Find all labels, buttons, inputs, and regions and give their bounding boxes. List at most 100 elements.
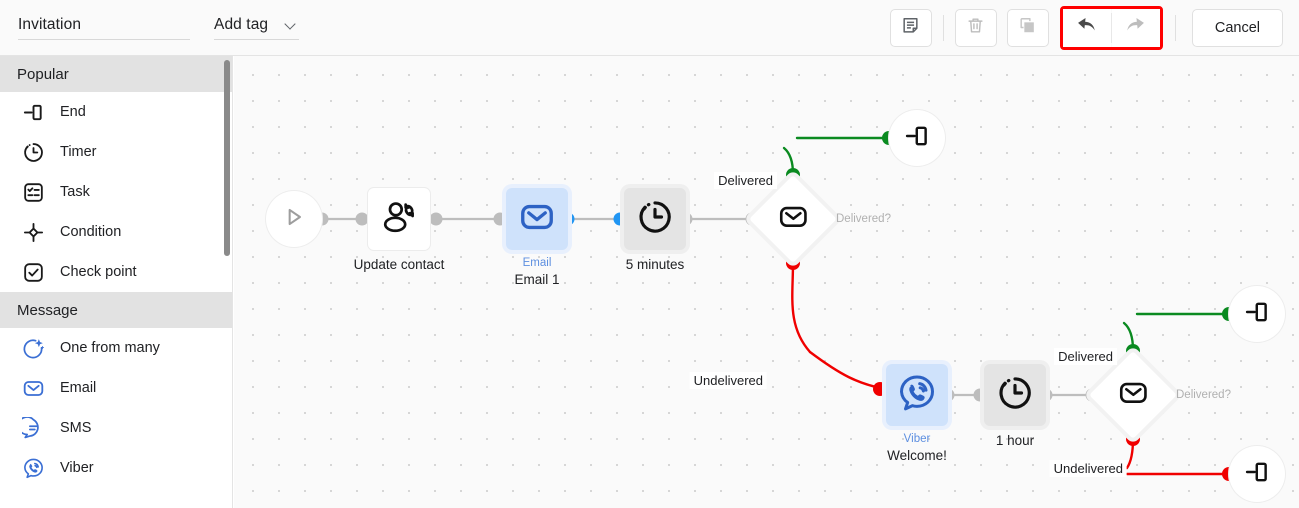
condition-question-label-2: Delivered? <box>1176 389 1231 401</box>
end-icon <box>1243 458 1271 491</box>
timer-node-label: 5 minutes <box>625 257 685 272</box>
toolbar-divider-2 <box>1174 15 1176 41</box>
sidebar-item-label: Task <box>60 184 90 200</box>
add-tag-dropdown[interactable]: Add tag <box>214 16 299 40</box>
viber-node-box[interactable] <box>886 364 948 426</box>
timer-node-1hour[interactable]: 1 hour <box>984 364 1046 448</box>
flow-edges <box>315 131 1236 481</box>
sidebar-item-label: Email <box>60 380 97 396</box>
timer-node-5min[interactable]: 5 minutes <box>624 188 686 272</box>
sidebar-item-check-point[interactable]: Check point <box>0 252 232 292</box>
end-node-circle[interactable] <box>1229 446 1285 502</box>
undo-arrow-icon <box>1075 14 1098 42</box>
sidebar-item-sms[interactable]: SMS <box>0 408 232 448</box>
cancel-label: Cancel <box>1214 20 1260 36</box>
redo-button[interactable] <box>1111 9 1160 47</box>
sidebar-item-label: Viber <box>60 460 94 476</box>
viber-icon <box>897 373 937 418</box>
flow-canvas[interactable]: Update contact Email Email 1 5 minutes D… <box>234 56 1299 508</box>
sidebar-item-timer[interactable]: Timer <box>0 132 232 172</box>
timer-icon <box>636 198 674 241</box>
undo-button[interactable] <box>1062 9 1111 47</box>
sidebar-item-one-from-many[interactable]: One from many <box>0 328 232 368</box>
condition-icon <box>20 219 46 245</box>
email-icon <box>518 198 556 241</box>
end-node-circle[interactable] <box>889 110 945 166</box>
sidebar-heading-popular: Popular <box>0 56 232 92</box>
viber-node[interactable]: Viber Welcome! <box>886 364 948 463</box>
update-contact-label: Update contact <box>353 257 445 272</box>
element-palette-sidebar[interactable]: Popular End Timer Task Condition Check p… <box>0 56 233 508</box>
start-node[interactable] <box>266 191 322 247</box>
end-node-delivered-1[interactable] <box>889 110 945 166</box>
note-button[interactable] <box>889 9 932 47</box>
sidebar-item-label: One from many <box>60 340 160 356</box>
sidebar-item-label: SMS <box>60 420 92 436</box>
end-icon <box>903 122 931 155</box>
end-node-circle[interactable] <box>1229 286 1285 342</box>
sidebar-item-end[interactable]: End <box>0 92 232 132</box>
sidebar-item-email[interactable]: Email <box>0 368 232 408</box>
email-icon <box>20 375 46 401</box>
update-contact-box[interactable] <box>368 188 430 250</box>
sidebar-item-label: End <box>60 104 86 120</box>
chevron-down-icon <box>286 19 297 30</box>
update-contact-node[interactable]: Update contact <box>354 188 444 272</box>
timer-icon <box>996 374 1034 417</box>
sms-icon <box>20 415 46 441</box>
note-icon <box>901 16 920 40</box>
edge-label-delivered-1: Delivered <box>714 172 777 189</box>
update-contact-icon <box>380 198 418 241</box>
start-node-circle[interactable] <box>266 191 322 247</box>
sidebar-item-condition[interactable]: Condition <box>0 212 232 252</box>
condition-node-email[interactable] <box>749 175 837 263</box>
end-node-undelivered[interactable] <box>1229 446 1285 502</box>
flow-title-input[interactable]: Invitation <box>18 16 190 40</box>
email-node-box[interactable] <box>506 188 568 250</box>
email-icon <box>1117 376 1150 414</box>
sidebar-heading-message: Message <box>0 292 232 328</box>
edge-label-undelivered-1: Undelivered <box>689 372 767 389</box>
timer-node-box[interactable] <box>624 188 686 250</box>
condition-question-label-1: Delivered? <box>836 213 891 225</box>
sidebar-scrollbar[interactable] <box>224 60 230 256</box>
header-toolbar: Cancel <box>885 0 1283 56</box>
email-node[interactable]: Email Email 1 <box>506 188 568 287</box>
cancel-button[interactable]: Cancel <box>1191 9 1283 47</box>
undo-redo-highlight-group <box>1059 6 1163 50</box>
viber-icon <box>20 455 46 481</box>
email-node-label: Email Email 1 <box>514 257 560 287</box>
sidebar-heading-label: Message <box>17 301 78 319</box>
sidebar-item-viber[interactable]: Viber <box>0 448 232 488</box>
play-icon <box>281 204 307 235</box>
timer-node-box[interactable] <box>984 364 1046 426</box>
sidebar-item-label: Timer <box>60 144 97 160</box>
edge-label-undelivered-2: Undelivered <box>1049 460 1127 477</box>
redo-arrow-icon <box>1124 14 1147 42</box>
edge-label-delivered-2: Delivered <box>1054 348 1117 365</box>
delete-button[interactable] <box>954 9 997 47</box>
copy-icon <box>1018 16 1037 40</box>
end-icon <box>20 99 46 125</box>
sidebar-item-task[interactable]: Task <box>0 172 232 212</box>
sidebar-item-label: Check point <box>60 264 137 280</box>
timer-node-label: 1 hour <box>995 433 1035 448</box>
email-icon <box>777 200 810 238</box>
timer-icon <box>20 139 46 165</box>
end-node-delivered-2[interactable] <box>1229 286 1285 342</box>
end-icon <box>1243 298 1271 331</box>
check-point-icon <box>20 259 46 285</box>
sidebar-item-label: Condition <box>60 224 122 240</box>
copy-button[interactable] <box>1006 9 1049 47</box>
sidebar-heading-label: Popular <box>17 65 69 83</box>
flow-builder-app: Invitation Add tag Cancel Popular End Ti… <box>0 0 1299 508</box>
header-bar: Invitation Add tag Cancel <box>0 0 1299 56</box>
toolbar-divider-1 <box>942 15 944 41</box>
condition-node-viber[interactable] <box>1089 351 1177 439</box>
task-icon <box>20 179 46 205</box>
one-from-many-icon <box>20 335 46 361</box>
trash-icon <box>966 16 985 40</box>
flow-title-value: Invitation <box>18 15 82 33</box>
add-tag-label: Add tag <box>214 15 269 33</box>
viber-node-label: Viber Welcome! <box>887 433 947 463</box>
